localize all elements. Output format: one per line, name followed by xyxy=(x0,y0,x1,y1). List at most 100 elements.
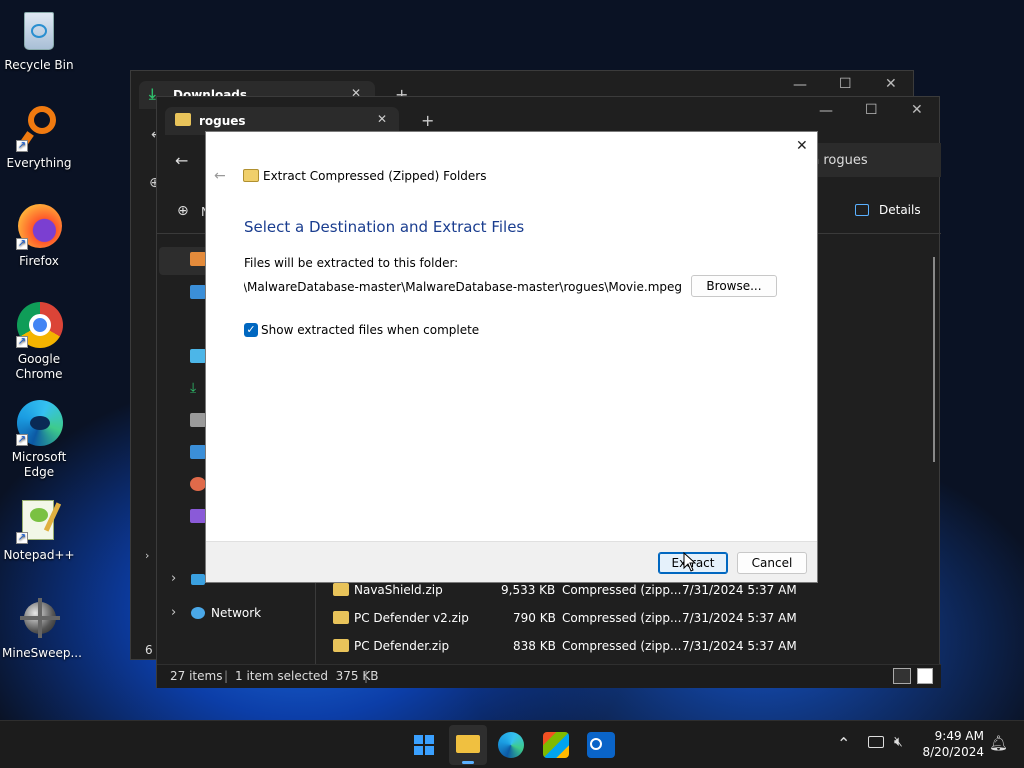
store-taskbar-icon[interactable] xyxy=(543,732,569,758)
network-icon xyxy=(191,607,205,619)
expand-chevron-icon[interactable]: › xyxy=(171,605,176,620)
details-label: Details xyxy=(879,203,921,217)
file-size: 838 KB xyxy=(513,639,556,653)
file-date: 7/31/2024 5:37 AM xyxy=(682,583,797,597)
extract-dialog[interactable]: ✕ ← Extract Compressed (Zipped) Folders … xyxy=(205,131,818,583)
status-item-count: 27 items xyxy=(170,669,223,683)
search-box[interactable]: h rogues xyxy=(797,143,941,177)
minimize-icon[interactable]: — xyxy=(793,77,807,93)
edge-icon: ↗ xyxy=(16,400,63,446)
network-status-icon[interactable] xyxy=(868,736,884,748)
desktop-icon-everything[interactable]: ↗ Everything xyxy=(2,106,76,171)
desktop-icon-chrome[interactable]: ↗ Google Chrome xyxy=(2,302,76,382)
chevron-up-icon[interactable]: ⌃ xyxy=(837,734,850,753)
minimize-icon[interactable]: — xyxy=(819,103,833,119)
desktop-icon-firefox[interactable]: ↗ Firefox xyxy=(2,204,76,269)
file-row[interactable]: NavaShield.zip 9,533 KB Compressed (zipp… xyxy=(333,580,797,600)
shortcut-arrow-icon: ↗ xyxy=(16,140,28,152)
edge-taskbar-icon[interactable] xyxy=(498,732,524,758)
dialog-title: Extract Compressed (Zipped) Folders xyxy=(263,169,487,183)
shortcut-arrow-icon: ↗ xyxy=(16,238,28,250)
computer-icon xyxy=(191,574,205,585)
gallery-icon xyxy=(190,285,206,299)
destination-path-text: nloads\MalwareDatabase-master\MalwareDat… xyxy=(244,280,682,294)
everything-search-icon: ↗ xyxy=(16,106,62,152)
minesweeper-icon xyxy=(16,596,62,642)
outlook-taskbar-icon[interactable] xyxy=(587,732,615,758)
desktop-icon-label: Notepad++ xyxy=(3,548,75,562)
back-arrow-icon[interactable]: ← xyxy=(214,168,226,184)
close-window-icon[interactable]: ✕ xyxy=(911,102,923,118)
documents-icon xyxy=(190,413,206,427)
desktop-icon-label: Google Chrome xyxy=(15,352,63,381)
file-name: PC Defender.zip xyxy=(354,639,450,653)
pictures-icon xyxy=(190,445,206,459)
dialog-footer: Extract Cancel xyxy=(206,541,817,582)
windows-logo-tile xyxy=(414,746,423,755)
cancel-button[interactable]: Cancel xyxy=(737,552,807,574)
search-input[interactable]: h rogues xyxy=(811,153,868,168)
desktop-icon-minesweeper[interactable]: MineSweep... xyxy=(2,596,82,661)
desktop-icon-edge[interactable]: ↗ Microsoft Edge xyxy=(2,400,76,480)
new-icon[interactable]: ⊕ xyxy=(177,203,189,219)
tiles-view-icon[interactable] xyxy=(917,668,933,684)
mouse-cursor-icon xyxy=(683,552,697,572)
expand-chevron-icon[interactable]: › xyxy=(145,549,149,562)
desktop-folder-icon xyxy=(190,349,206,363)
details-pane-icon xyxy=(855,204,869,216)
zip-folder-icon xyxy=(333,611,349,624)
file-explorer-taskbar-button[interactable] xyxy=(449,725,487,765)
folder-label: Files will be extracted to this folder: xyxy=(244,256,459,270)
file-date: 7/31/2024 5:37 AM xyxy=(682,611,797,625)
clock[interactable]: 9:49 AM 8/20/2024 xyxy=(918,728,984,760)
desktop-icon-label: Everything xyxy=(6,156,72,170)
scrollbar[interactable] xyxy=(933,257,935,462)
status-separator: | xyxy=(364,669,369,683)
taskbar: ⌃ 🔇︎ 9:49 AM 8/20/2024 🔔︎ xyxy=(0,720,1024,768)
file-type: Compressed (zipp... xyxy=(562,639,682,653)
maximize-icon[interactable]: ☐ xyxy=(839,76,852,92)
volume-muted-icon[interactable]: 🔇︎ xyxy=(894,734,903,750)
show-files-checkbox[interactable]: ✓ xyxy=(244,323,258,337)
file-name: NavaShield.zip xyxy=(354,583,443,597)
status-bar: 27 items | 1 item selected 375 KB | xyxy=(157,664,941,688)
zip-folder-icon xyxy=(333,639,349,652)
file-explorer-icon xyxy=(456,735,480,753)
start-button[interactable] xyxy=(409,730,439,760)
file-size: 790 KB xyxy=(513,611,556,625)
file-row[interactable]: PC Defender v2.zip 790 KB Compressed (zi… xyxy=(333,608,797,628)
shortcut-arrow-icon: ↗ xyxy=(16,336,28,348)
close-dialog-icon[interactable]: ✕ xyxy=(796,138,808,154)
maximize-icon[interactable]: ☐ xyxy=(865,102,878,118)
chrome-icon: ↗ xyxy=(16,302,63,348)
clock-date: 8/20/2024 xyxy=(922,745,984,759)
file-name: PC Defender v2.zip xyxy=(354,611,469,625)
back-arrow-icon[interactable]: ← xyxy=(175,151,188,170)
zip-folder-icon xyxy=(243,169,259,182)
home-icon xyxy=(190,252,206,266)
file-date: 7/31/2024 5:37 AM xyxy=(682,639,797,653)
destination-path-field[interactable]: nloads\MalwareDatabase-master\MalwareDat… xyxy=(244,276,682,298)
sidebar-item-network[interactable]: › Network xyxy=(171,605,321,625)
notepadpp-icon: ↗ xyxy=(16,498,62,544)
file-row[interactable]: PC Defender.zip 838 KB Compressed (zipp.… xyxy=(333,636,797,656)
notification-bell-icon[interactable]: 🔔︎ xyxy=(989,734,1008,752)
browse-button[interactable]: Browse... xyxy=(691,275,777,297)
file-type: Compressed (zipp... xyxy=(562,611,682,625)
shortcut-arrow-icon: ↗ xyxy=(16,434,28,446)
desktop-icon-label: Firefox xyxy=(19,254,59,268)
desktop-icon-recycle-bin[interactable]: Recycle Bin xyxy=(2,8,76,73)
close-window-icon[interactable]: ✕ xyxy=(885,76,897,92)
desktop-icon-label: Recycle Bin xyxy=(4,58,74,72)
desktop-icon-notepadpp[interactable]: ↗ Notepad++ xyxy=(2,498,76,563)
checkbox-label: Show extracted files when complete xyxy=(261,323,480,337)
music-icon xyxy=(190,477,206,491)
expand-chevron-icon[interactable]: › xyxy=(171,571,176,586)
close-tab-icon[interactable]: ✕ xyxy=(377,112,387,126)
windows-logo-tile xyxy=(425,735,434,744)
new-tab-button[interactable]: + xyxy=(421,111,434,130)
dialog-heading: Select a Destination and Extract Files xyxy=(244,218,525,236)
recycle-bin-icon xyxy=(16,8,62,54)
details-view-icon[interactable] xyxy=(893,668,911,684)
windows-logo-tile xyxy=(425,746,434,755)
